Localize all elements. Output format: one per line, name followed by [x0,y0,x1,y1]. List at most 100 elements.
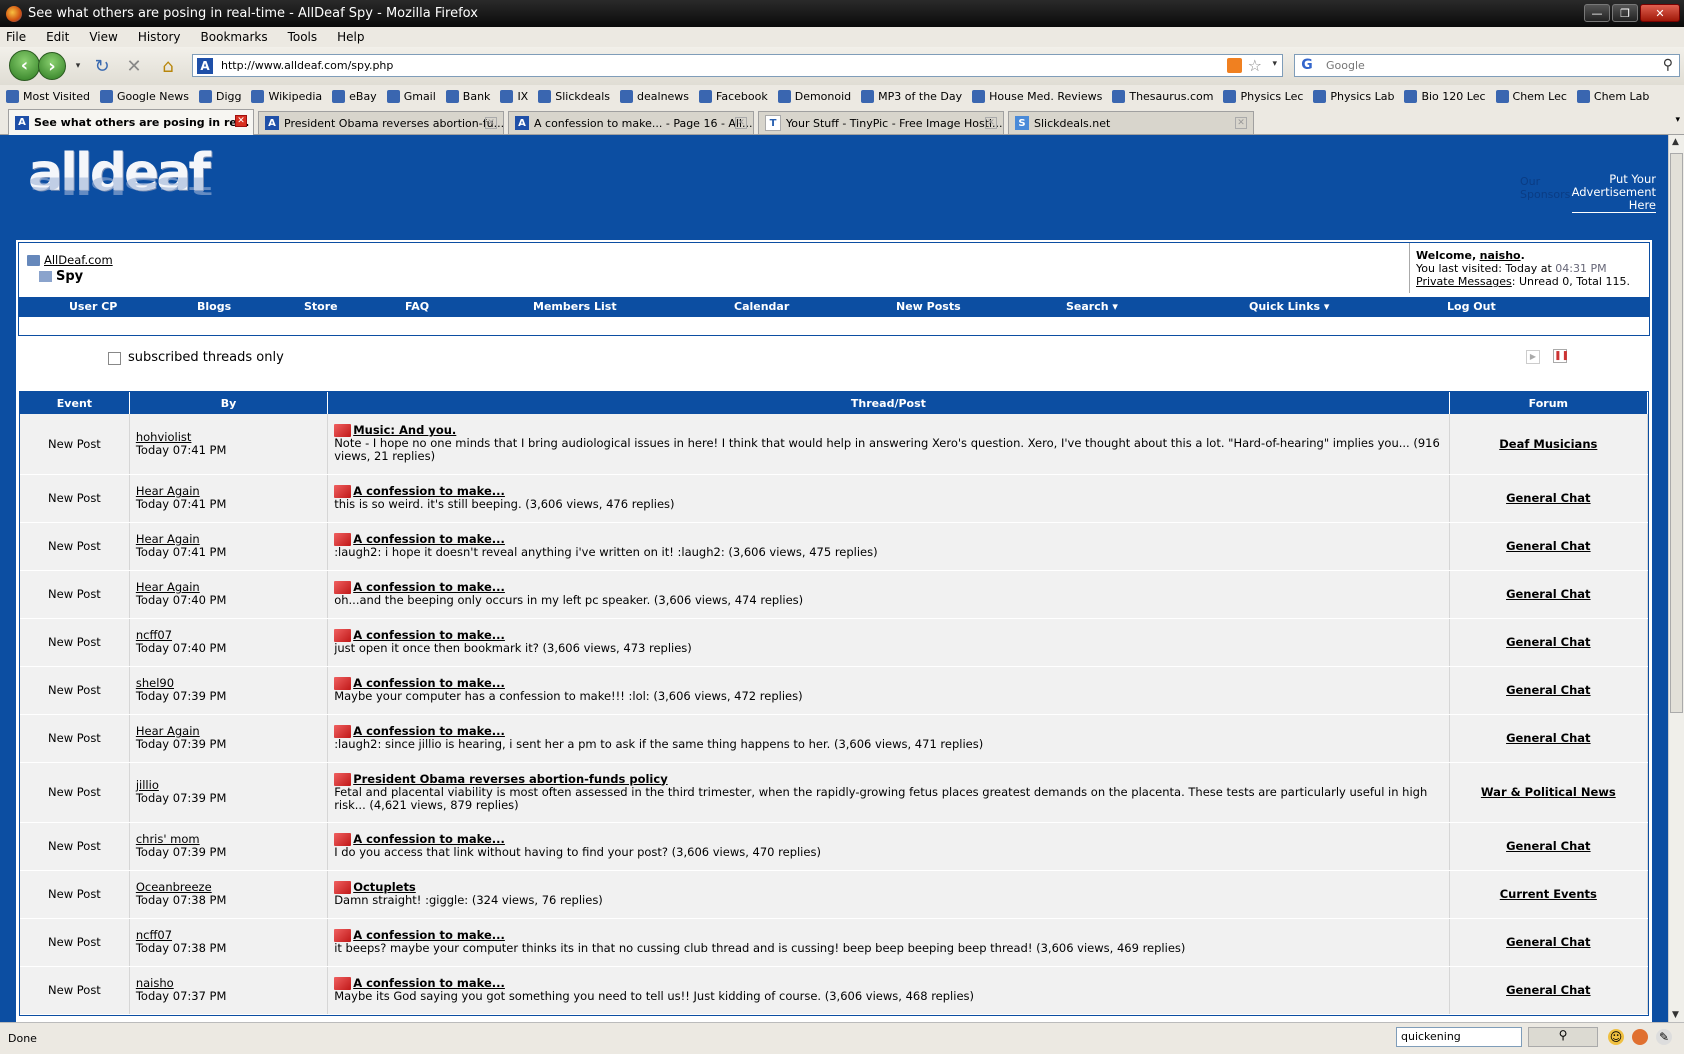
bookmark-item[interactable]: eBay [332,89,377,103]
edit-note-icon[interactable]: ✎ [1656,1029,1672,1045]
by-cell: ncff07 Today 07:40 PM [129,618,329,667]
breadcrumb-home-link[interactable]: AllDeaf.com [44,253,113,267]
pause-icon[interactable]: ❚❚ [1553,349,1569,363]
bookmark-item[interactable]: House Med. Reviews [972,89,1102,103]
forum-link[interactable]: General Chat [1449,522,1649,571]
nav-faq[interactable]: FAQ [405,300,429,313]
bookmark-item[interactable]: Chem Lec [1495,89,1567,103]
back-icon[interactable]: ‹ [9,50,40,81]
search-bar[interactable]: G ⚲ [1294,54,1680,77]
bookmark-icon [1112,89,1126,103]
bookmark-item[interactable]: Wikipedia [251,89,322,103]
bookmark-item[interactable]: Thesaurus.com [1112,89,1213,103]
close-window-button[interactable]: ✕ [1640,4,1680,22]
google-engine-icon[interactable]: G [1298,57,1316,75]
bookmark-item[interactable]: IX [500,89,528,103]
quick-find-button[interactable]: ⚲ [1528,1027,1598,1047]
bookmark-item[interactable]: Bank [445,89,490,103]
bookmark-item[interactable]: Digg [198,89,241,103]
forum-link[interactable]: General Chat [1449,822,1649,871]
forum-link[interactable]: General Chat [1449,570,1649,619]
menu-history[interactable]: History [138,30,181,44]
nav-log-out[interactable]: Log Out [1447,300,1496,313]
url-dropdown-icon[interactable]: ▾ [1272,59,1277,69]
forum-link[interactable]: Current Events [1449,870,1649,919]
url-bar[interactable]: A ☆ ▾ [192,54,1283,77]
close-tab-icon[interactable]: ✕ [985,117,997,129]
thread-link[interactable]: President Obama reverses abortion-funds … [353,772,668,786]
tab-slickdeals[interactable]: S Slickdeals.net ✕ [1008,111,1254,134]
addon-smiley-icon[interactable]: ☺ [1608,1029,1624,1045]
menu-help[interactable]: Help [337,30,364,44]
bookmark-item[interactable]: dealnews [620,89,689,103]
bookmark-star-icon[interactable]: ☆ [1248,56,1262,75]
minimize-button[interactable]: — [1584,4,1610,22]
vertical-scrollbar[interactable]: ▲ ▼ [1668,135,1684,1022]
play-icon[interactable]: ▶ [1526,350,1540,364]
nav-members-list[interactable]: Members List [533,300,617,313]
search-icon[interactable]: ⚲ [1663,57,1673,73]
forum-link[interactable]: General Chat [1449,918,1649,967]
forum-link[interactable]: Deaf Musicians [1449,414,1649,475]
search-input[interactable] [1324,58,1648,73]
bookmark-item[interactable]: Gmail [386,89,436,103]
menu-tools[interactable]: Tools [288,30,318,44]
url-input[interactable] [219,58,1123,73]
forum-link[interactable]: General Chat [1449,714,1649,763]
nav-store[interactable]: Store [304,300,338,313]
home-icon[interactable]: ⌂ [158,56,178,77]
nav-search[interactable]: Search ▾ [1066,300,1118,313]
history-dropdown-icon[interactable]: ▾ [68,56,88,76]
firebug-icon[interactable] [1632,1029,1648,1045]
close-tab-icon[interactable]: ✕ [235,115,247,127]
forum-link[interactable]: War & Political News [1449,762,1649,823]
bookmark-item[interactable]: MP3 of the Day [861,89,962,103]
scrollbar-thumb[interactable] [1670,153,1683,713]
close-tab-icon[interactable]: ✕ [735,117,747,129]
maximize-button[interactable]: ❐ [1612,4,1638,22]
alldeaf-logo[interactable]: alldeaf alldeaf [28,147,211,199]
bookmark-item[interactable]: Bio 120 Lec [1404,89,1486,103]
scroll-up-icon[interactable]: ▲ [1672,137,1679,147]
tab-obama[interactable]: A President Obama reverses abortion-fu..… [258,111,504,134]
reload-icon[interactable]: ↻ [92,56,112,77]
stop-icon[interactable]: ✕ [124,56,144,77]
forum-link[interactable]: General Chat [1449,966,1649,1015]
nav-blogs[interactable]: Blogs [197,300,231,313]
bookmark-item[interactable]: Physics Lab [1313,89,1394,103]
username-link[interactable]: naisho [1480,249,1521,262]
tab-list-icon[interactable]: ▾ [1675,115,1680,125]
thread-icon [334,772,352,786]
rss-feed-icon[interactable] [1227,58,1242,73]
quick-find-field[interactable]: quickening [1396,1027,1522,1047]
menu-file[interactable]: File [6,30,26,44]
tab-spy[interactable]: A See what others are posing in re... ✕ [8,109,254,135]
nav-quick-links[interactable]: Quick Links ▾ [1249,300,1329,313]
tab-tinypic[interactable]: T Your Stuff - TinyPic - Free Image Host… [758,111,1004,134]
nav-user-cp[interactable]: User CP [69,300,117,313]
bookmark-item[interactable]: Most Visited [6,89,90,103]
bookmark-item[interactable]: Physics Lec [1223,89,1303,103]
nav-calendar[interactable]: Calendar [734,300,789,313]
spy-table: Event By Thread/Post Forum New Post hohvi… [20,392,1649,1015]
menu-bookmarks[interactable]: Bookmarks [201,30,268,44]
private-messages-link[interactable]: Private Messages [1416,275,1512,288]
advertise-link[interactable]: Put Your Advertisement Here [1571,173,1656,213]
bookmark-item[interactable]: Google News [99,89,189,103]
subscribed-only-checkbox[interactable] [108,352,121,365]
forum-link[interactable]: General Chat [1449,618,1649,667]
menu-view[interactable]: View [89,30,117,44]
bookmark-item[interactable]: Demonoid [777,89,851,103]
bookmark-item[interactable]: Chem Lab [1576,89,1649,103]
forward-icon[interactable]: › [38,52,66,80]
bookmark-item[interactable]: Facebook [699,89,768,103]
forum-link[interactable]: General Chat [1449,474,1649,523]
close-tab-icon[interactable]: ✕ [485,117,497,129]
menu-edit[interactable]: Edit [46,30,69,44]
tab-confession[interactable]: A A confession to make... - Page 16 - Al… [508,111,754,134]
nav-new-posts[interactable]: New Posts [896,300,961,313]
close-tab-icon[interactable]: ✕ [1235,117,1247,129]
forum-link[interactable]: General Chat [1449,666,1649,715]
scroll-down-icon[interactable]: ▼ [1672,1010,1679,1020]
bookmark-item[interactable]: Slickdeals [538,89,610,103]
